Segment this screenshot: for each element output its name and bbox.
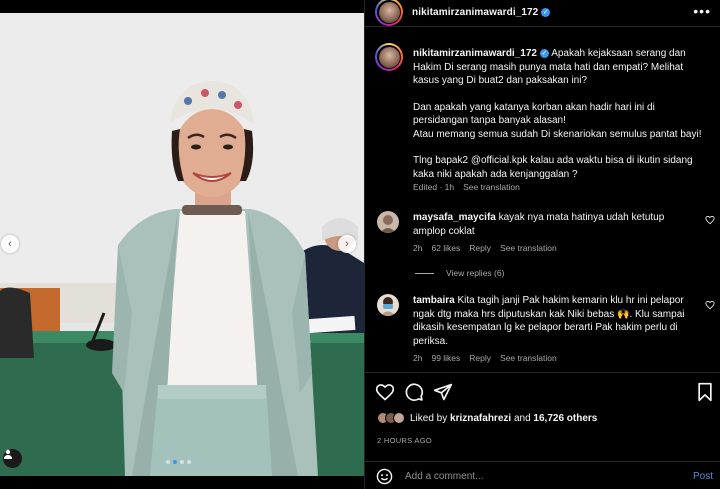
carousel-dot (166, 460, 170, 464)
likes-user[interactable]: kriznafahrezi (450, 413, 511, 424)
carousel-dot (187, 460, 191, 464)
likes-text[interactable]: Liked by kriznafahrezi and 16,726 others (410, 413, 597, 424)
comment-likes[interactable]: 62 likes (431, 243, 460, 253)
post-comment-button[interactable]: Post (693, 471, 713, 482)
author-username[interactable]: nikitamirzanimawardi_172 (412, 7, 538, 18)
caption-text: nikitamirzanimawardi_172 ✓ Apakah kejaksa… (413, 47, 713, 181)
post-action-bar (365, 372, 720, 412)
comment-line: kayak nya mata hatinya udah ketutup (498, 212, 665, 223)
post-image[interactable]: ‹ › (0, 13, 364, 476)
view-replies-label: View replies (6) (446, 268, 505, 278)
caption-line: persidangan tanpa banyak alasan! (413, 115, 566, 126)
likes-mid: and (511, 412, 534, 424)
post-timestamp: 2 HOURS AGO (377, 436, 432, 445)
comment-username[interactable]: maysafa_maycifa (413, 212, 496, 223)
comment-line: ngak dtg maka hrs diputuskan kak Niki be… (413, 308, 685, 320)
likes-count[interactable]: 16,726 others (533, 413, 597, 424)
author-username-row: nikitamirzanimawardi_172 ✓ (412, 7, 551, 18)
tagged-users-button[interactable] (3, 449, 22, 468)
instagram-post-view: ‹ › nikitamirzanimawardi_172 ✓ ••• nikit… (0, 0, 720, 489)
view-replies-button[interactable]: View replies (6) (415, 268, 504, 278)
post-details-panel: nikitamirzanimawardi_172 ✓ ••• nikitamirz… (364, 0, 720, 489)
comment-line: Kita tagih janji Pak hakim kemarin klu h… (457, 295, 684, 306)
share-paper-plane-icon[interactable] (433, 382, 453, 402)
post-photo-illustration (0, 13, 364, 476)
post-header: nikitamirzanimawardi_172 ✓ ••• (365, 0, 720, 27)
comment-like-heart-icon[interactable] (705, 215, 715, 225)
caption-line: Hakim Di serang masih punya mata hati da… (413, 61, 684, 73)
caption-line: Dan apakah yang katanya korban akan hadi… (413, 101, 655, 113)
caption-line: kaka niki apakah ada kenjanggalan ? (413, 168, 578, 180)
add-comment-bar: Post (365, 461, 720, 489)
caption-author-avatar[interactable] (375, 43, 403, 71)
author-avatar[interactable] (375, 0, 403, 26)
comment-time: 2h (413, 353, 423, 363)
replies-divider (415, 272, 434, 274)
bookmark-icon[interactable] (695, 382, 715, 402)
comment-bubble-icon[interactable] (404, 382, 424, 402)
commenter-avatar[interactable] (377, 294, 399, 316)
likes-summary: Liked by kriznafahrezi and 16,726 others (377, 412, 597, 424)
caption-line: Apakah kejaksaan serang dan (551, 48, 686, 59)
comment-text: tambaira Kita tagih janji Pak hakim kema… (413, 294, 698, 348)
liker-avatar (393, 412, 405, 424)
comment-reply-button[interactable]: Reply (469, 243, 491, 253)
comment-time: 2h (413, 243, 423, 253)
comment-username[interactable]: tambaira (413, 295, 455, 306)
carousel-dot (180, 460, 184, 464)
likes-prefix: Liked by (410, 412, 451, 424)
commenter-avatar[interactable] (377, 211, 399, 233)
user-icon (4, 449, 12, 459)
more-options-icon[interactable]: ••• (693, 3, 711, 19)
caption-see-translation-link[interactable]: See translation (463, 182, 520, 192)
comment-like-heart-icon[interactable] (705, 300, 715, 310)
comment-line: periksa. (413, 335, 449, 347)
commenter-photo (377, 211, 399, 233)
comment-see-translation-link[interactable]: See translation (500, 353, 557, 363)
comment-meta: 2h 62 likes Reply See translation (413, 243, 566, 253)
carousel-indicator (166, 460, 191, 464)
caption-username[interactable]: nikitamirzanimawardi_172 (413, 48, 537, 59)
comment-line: dikasih kesempatan lg ke pelapor berarti… (413, 322, 678, 333)
caption-edited-time: Edited · 1h (413, 182, 455, 192)
like-heart-icon[interactable] (375, 382, 395, 402)
caption-meta: Edited · 1h See translation (413, 182, 529, 192)
emoji-icon[interactable] (376, 468, 393, 485)
carousel-dot-active (173, 460, 177, 464)
commenter-photo (377, 294, 399, 316)
caption-line: Tlng bapak2 @official.kpk kalau ada wakt… (413, 155, 693, 166)
caption-line: kasus yang Di buat2 dan paksakan ini? (413, 75, 588, 86)
comment-text: maysafa_maycifa kayak nya mata hatinya u… (413, 211, 698, 238)
verified-badge-icon: ✓ (539, 48, 549, 58)
comment-likes[interactable]: 99 likes (431, 353, 460, 363)
comment-meta: 2h 99 likes Reply See translation (413, 353, 566, 363)
comment-reply-button[interactable]: Reply (469, 353, 491, 363)
carousel-prev-button[interactable]: ‹ (1, 235, 19, 253)
comment-see-translation-link[interactable]: See translation (500, 243, 557, 253)
carousel-next-button[interactable]: › (338, 235, 356, 253)
caption-line: Atau memang semua sudah Di skenariokan s… (413, 128, 702, 140)
verified-badge-icon: ✓ (541, 7, 551, 17)
comment-line: amplop coklat (413, 225, 475, 237)
comment-input[interactable] (405, 468, 675, 485)
